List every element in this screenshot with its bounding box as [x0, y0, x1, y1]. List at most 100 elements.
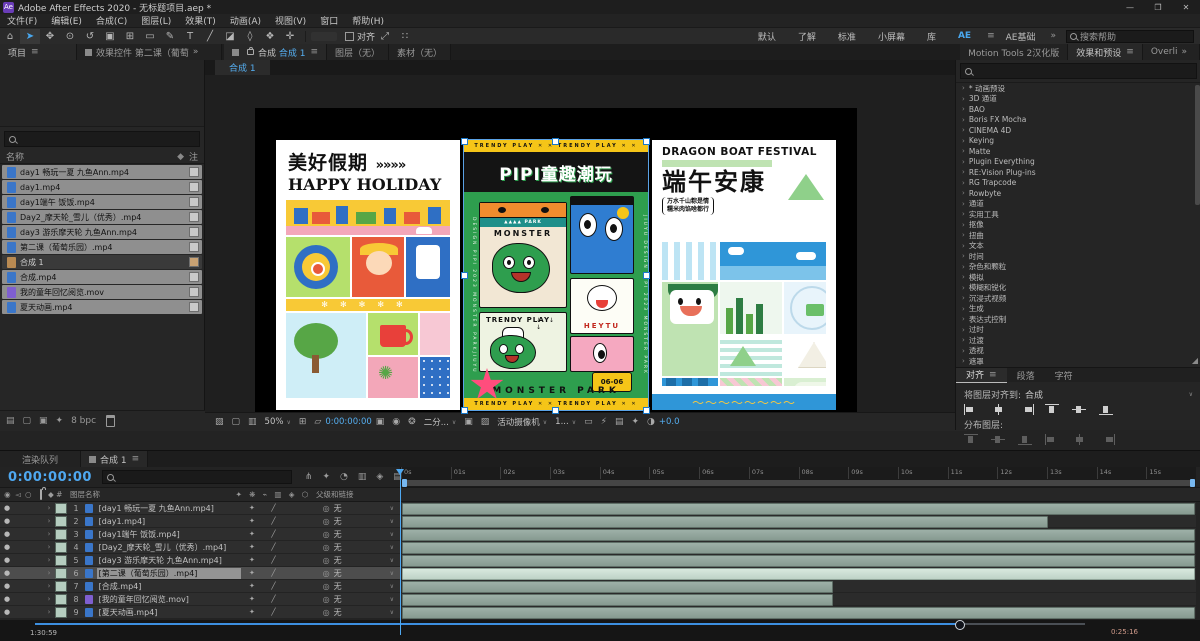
brush-tool-icon[interactable]: ╱ — [200, 29, 220, 44]
track-lane[interactable] — [401, 606, 1196, 619]
tab-project[interactable]: 项目 ≡ — [0, 44, 77, 60]
track-lane[interactable] — [401, 593, 1196, 606]
timeline-menu-icon[interactable]: ≡ — [132, 454, 140, 464]
effects-group[interactable]: › RE:Vision Plug-ins — [956, 167, 1200, 178]
effects-panel-menu-icon[interactable]: ≡ — [1126, 47, 1134, 57]
layer-duration-bar[interactable] — [402, 568, 1196, 580]
tab-overlord[interactable]: Overli » — [1142, 44, 1200, 60]
fx-switch-icon[interactable]: ╱ — [271, 582, 275, 590]
label-color-chip[interactable] — [189, 212, 199, 222]
align-hcenter-button[interactable] — [991, 404, 1007, 415]
workspace-tab-4[interactable]: 库 — [916, 30, 947, 43]
pick-whip-icon[interactable]: ◎ — [323, 608, 330, 617]
layer-color-swatch[interactable] — [55, 580, 68, 592]
tab-composition[interactable]: 合成 合成 1 ≡ — [224, 44, 328, 60]
project-item[interactable]: day3 游乐摩天轮 九鱼Ann.mp4 — [2, 225, 202, 239]
pick-whip-icon[interactable]: ◎ — [323, 543, 330, 552]
parent-value[interactable]: 无 — [334, 516, 342, 527]
parent-link-column[interactable]: 父级和链接 — [312, 489, 404, 500]
twirl-icon[interactable]: › — [962, 294, 965, 302]
effects-group[interactable]: › 扭曲 — [956, 230, 1200, 241]
parent-value[interactable]: 无 — [334, 568, 342, 579]
channel-icon[interactable]: ▥ — [248, 417, 257, 427]
solo-column-icon[interactable]: ○ — [25, 490, 32, 499]
align-left-button[interactable] — [964, 404, 980, 415]
selection-handle[interactable] — [461, 407, 468, 414]
label-color-chip[interactable] — [189, 302, 199, 312]
track-lane[interactable] — [401, 580, 1196, 593]
timeline-layer-row[interactable]: ● › 9 [夏天动画.mp4] ✦ ╱ ◎ 无 ∨ — [0, 606, 400, 618]
motion-blur-icon[interactable]: ◈ — [376, 472, 383, 482]
timeline-layer-row[interactable]: ● › 2 [day1.mp4] ✦ ╱ ◎ 无 ∨ — [0, 515, 400, 527]
zoom-tool-icon[interactable]: ⊙ — [60, 29, 80, 44]
hand-tool-icon[interactable]: ✥ — [40, 29, 60, 44]
align-menu-icon[interactable]: ≡ — [989, 370, 997, 380]
expander-icon[interactable]: › — [48, 543, 56, 551]
twirl-icon[interactable]: › — [962, 84, 965, 92]
snap-checkbox[interactable] — [345, 31, 354, 41]
fill-stroke-swatch[interactable] — [311, 31, 337, 41]
track-lane[interactable] — [401, 541, 1196, 554]
effects-group[interactable]: › * 动画预设 — [956, 83, 1200, 94]
resolution-dropdown[interactable]: 二分... ∨ — [424, 416, 457, 428]
dropdown-icon[interactable]: ∨ — [390, 570, 394, 577]
expander-icon[interactable]: › — [48, 595, 56, 603]
label-color-chip[interactable] — [189, 167, 199, 177]
quality-switch-icon[interactable]: ✦ — [249, 530, 255, 538]
quality-switch-icon[interactable]: ✦ — [249, 504, 255, 512]
workspace-menu-icon[interactable]: ≡ — [987, 31, 995, 41]
dropdown-icon[interactable]: ∨ — [390, 531, 394, 538]
project-panel-menu-icon[interactable]: ≡ — [31, 47, 39, 57]
tab-overflow-icon[interactable]: » — [189, 47, 203, 57]
column-comment[interactable]: 注 — [184, 150, 198, 163]
project-search-input[interactable] — [4, 131, 200, 147]
selection-handle[interactable] — [643, 272, 650, 279]
workspace-tab-ae[interactable]: AE — [947, 31, 982, 41]
puppet-pin-tool-icon[interactable]: ✛ — [280, 29, 300, 44]
composition-stage[interactable]: 美好假期 »»»» HAPPY HOLIDAY ✻✻✻✻✻ ✺ TRENDY P… — [255, 108, 857, 424]
menu-item-7[interactable]: 窗口 — [313, 14, 345, 27]
work-area-start-handle[interactable] — [402, 479, 407, 487]
selection-tool-icon[interactable]: ➤ — [20, 28, 40, 44]
twirl-icon[interactable]: › — [962, 326, 965, 334]
timeline-layer-row[interactable]: ● › 1 [day1 畅玩一夏 九鱼Ann.mp4] ✦ ╱ ◎ 无 ∨ — [0, 502, 400, 514]
twirl-icon[interactable]: › — [962, 273, 965, 281]
workspace-tab-2[interactable]: 标准 — [827, 30, 867, 43]
playhead[interactable] — [396, 469, 404, 635]
effects-group[interactable]: › 过时 — [956, 325, 1200, 336]
dropdown-icon[interactable]: ∨ — [390, 557, 394, 564]
exposure-value[interactable]: +0.0 — [659, 417, 680, 427]
fx-switch-icon[interactable]: ╱ — [271, 556, 275, 564]
effects-search-input[interactable] — [960, 63, 1197, 79]
project-item[interactable]: 第二课（葡萄乐园）.mp4 — [2, 240, 202, 254]
menu-item-5[interactable]: 动画(A) — [223, 14, 268, 27]
project-item[interactable]: Day2_摩天轮_雪儿（优秀）.mp4 — [2, 210, 202, 224]
menu-item-6[interactable]: 视图(V) — [268, 14, 313, 27]
comp-panel-menu-icon[interactable]: ≡ — [310, 47, 318, 57]
effects-group[interactable]: › 生成 — [956, 304, 1200, 315]
pick-whip-icon[interactable]: ◎ — [323, 556, 330, 565]
expander-icon[interactable]: › — [48, 556, 56, 564]
shape-tool-icon[interactable]: ▭ — [140, 29, 160, 44]
rotate-tool-icon[interactable]: ↺ — [80, 29, 100, 44]
twirl-icon[interactable]: › — [962, 263, 965, 271]
quality-column-icon[interactable]: ✦ — [236, 490, 242, 499]
draft-3d-icon[interactable]: ✦ — [322, 472, 330, 482]
pick-whip-icon[interactable]: ◎ — [323, 569, 330, 578]
effects-group[interactable]: › CINEMA 4D — [956, 125, 1200, 136]
video-switch-icon[interactable]: ● — [4, 556, 10, 564]
timeline-jump-icon[interactable]: ▤ — [615, 417, 624, 427]
layer-color-swatch[interactable] — [55, 528, 68, 540]
quality-switch-icon[interactable]: ✦ — [249, 569, 255, 577]
menu-item-0[interactable]: 文件(F) — [0, 14, 44, 27]
twirl-icon[interactable]: › — [962, 189, 965, 197]
project-item[interactable]: 合成.mp4 — [2, 270, 202, 284]
interpret-footage-icon[interactable]: ▤ — [6, 416, 15, 426]
parent-value[interactable]: 无 — [334, 529, 342, 540]
view-mode-dropdown[interactable]: 活动摄像机 ∨ — [497, 416, 547, 428]
twirl-icon[interactable]: › — [962, 137, 965, 145]
align-vcenter-button[interactable] — [1072, 404, 1088, 415]
twirl-icon[interactable]: › — [962, 221, 965, 229]
label-color-chip[interactable] — [189, 242, 199, 252]
quality-switch-icon[interactable]: ✦ — [249, 608, 255, 616]
